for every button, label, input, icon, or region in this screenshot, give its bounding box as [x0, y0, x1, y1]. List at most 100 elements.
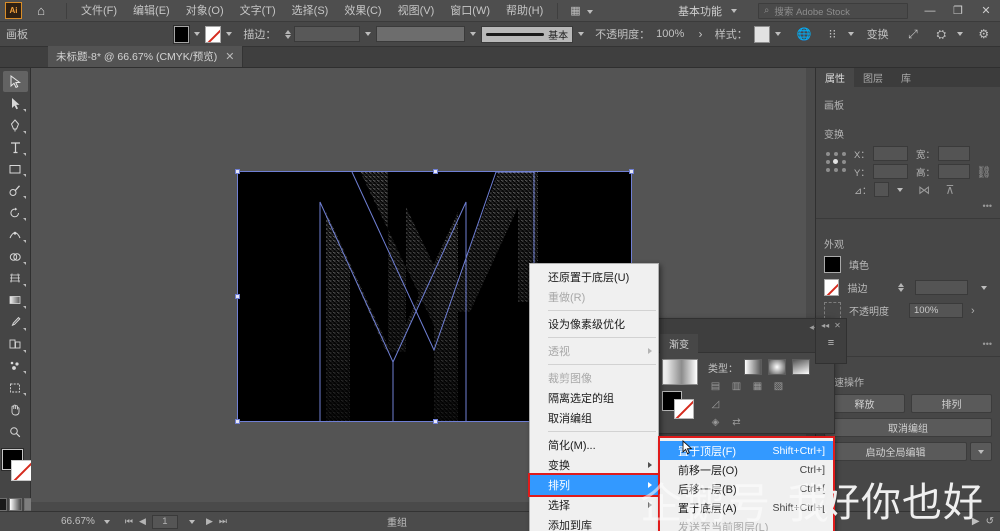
- gradient-across-stroke-icon[interactable]: ▧: [771, 380, 786, 393]
- play-icon[interactable]: ▶: [972, 516, 980, 527]
- close-icon[interactable]: ✕: [834, 321, 841, 330]
- appearance-more-options[interactable]: •••: [824, 339, 992, 349]
- release-button[interactable]: 释放: [824, 394, 905, 413]
- angle-input[interactable]: [874, 182, 889, 197]
- chevron-down-icon[interactable]: [194, 32, 201, 36]
- perspective-grid-tool[interactable]: [3, 268, 28, 289]
- menu-select[interactable]: 选择(S): [284, 1, 337, 21]
- submenu-bring-forward[interactable]: 前移一层(O) Ctrl+]: [660, 460, 833, 479]
- minimize-button[interactable]: —: [916, 0, 944, 22]
- ctx-add-to-library[interactable]: 添加到库: [530, 515, 658, 531]
- fill-swatch[interactable]: [173, 25, 190, 43]
- appearance-stroke-weight-input[interactable]: [914, 280, 968, 295]
- opacity-value[interactable]: 100%: [656, 28, 684, 40]
- freeform-gradient-button[interactable]: [792, 359, 810, 375]
- stroke-weight-stepper[interactable]: [285, 29, 292, 39]
- globe-icon[interactable]: 🌐: [794, 23, 814, 45]
- chevron-down-icon[interactable]: [578, 32, 585, 36]
- flip-vertical-icon[interactable]: ⊼: [942, 183, 958, 197]
- gradient-button[interactable]: [8, 497, 22, 511]
- last-artboard-icon[interactable]: ⏭: [219, 516, 227, 527]
- close-icon[interactable]: ✕: [225, 50, 234, 63]
- zoom-control[interactable]: 66.67%: [61, 516, 115, 527]
- stroke-gradient-icon[interactable]: ▤: [708, 380, 723, 393]
- stroke-style-field[interactable]: [376, 26, 466, 42]
- menu-object[interactable]: 对象(O): [178, 1, 232, 21]
- history-icon[interactable]: ↺: [986, 516, 994, 527]
- artboard-number-input[interactable]: 1: [151, 514, 178, 529]
- tab-properties[interactable]: 属性: [816, 68, 854, 87]
- preferences-icon[interactable]: ⚙: [974, 23, 994, 45]
- color-button[interactable]: [0, 497, 7, 511]
- chevron-down-icon[interactable]: [188, 519, 195, 524]
- chevron-down-icon[interactable]: [774, 32, 781, 36]
- width-tool[interactable]: [3, 224, 28, 245]
- document-tab[interactable]: 未标题-8* @ 66.67% (CMYK/预览) ✕: [48, 46, 244, 67]
- linear-gradient-button[interactable]: [744, 359, 762, 375]
- chevron-down-icon[interactable]: [981, 285, 987, 290]
- transform-label[interactable]: 变换: [867, 26, 889, 42]
- paintbrush-tool[interactable]: [3, 180, 28, 201]
- global-edit-options-button[interactable]: [970, 442, 992, 461]
- reverse-gradient-icon[interactable]: ⇄: [729, 416, 744, 429]
- chevron-down-icon[interactable]: [226, 32, 233, 36]
- reference-point-selector[interactable]: [824, 150, 848, 174]
- ctx-isolate-selected-group[interactable]: 隔离选定的组: [530, 388, 658, 408]
- appearance-opacity-input[interactable]: 100%: [909, 303, 963, 318]
- ctx-make-pixel-perfect[interactable]: 设为像素级优化: [530, 314, 658, 334]
- width-input[interactable]: [938, 146, 970, 161]
- chevron-down-icon[interactable]: [470, 32, 477, 36]
- ctx-undo-send-to-back[interactable]: 还原置于底层(U): [530, 267, 658, 287]
- flip-horizontal-icon[interactable]: ⋈: [916, 183, 932, 197]
- selection-tool[interactable]: [2, 71, 28, 92]
- search-input[interactable]: ⌕ 搜索 Adobe Stock: [758, 2, 908, 19]
- ctx-transform[interactable]: 变换: [530, 455, 658, 475]
- workspace-switcher[interactable]: 基本功能: [670, 1, 750, 21]
- gradient-stroke-swatch[interactable]: [674, 399, 694, 419]
- gradient-within-stroke-icon[interactable]: ▥: [729, 380, 744, 393]
- tab-gradient[interactable]: 渐变: [660, 334, 698, 354]
- menu-edit[interactable]: 编辑(E): [125, 1, 178, 21]
- chevron-down-icon[interactable]: [365, 32, 372, 36]
- chevron-down-icon[interactable]: [897, 187, 903, 192]
- next-artboard-icon[interactable]: ▶: [206, 516, 213, 527]
- ctx-simplify[interactable]: 简化(M)...: [530, 435, 658, 455]
- appearance-stroke-swatch[interactable]: [824, 279, 840, 296]
- height-input[interactable]: [938, 164, 970, 179]
- menu-window[interactable]: 窗口(W): [442, 1, 498, 21]
- transform-more-options[interactable]: •••: [824, 201, 992, 211]
- shape-builder-tool[interactable]: [3, 246, 28, 267]
- gradient-tool[interactable]: [3, 290, 28, 311]
- hand-tool[interactable]: [3, 399, 28, 420]
- zoom-tool[interactable]: [3, 421, 28, 442]
- menu-view[interactable]: 视图(V): [390, 1, 443, 21]
- gradient-along-stroke-icon[interactable]: ▦: [750, 380, 765, 393]
- gradient-preview-swatch[interactable]: [662, 359, 698, 385]
- fx-button[interactable]: fx.: [824, 325, 992, 339]
- stroke-weight-field[interactable]: [294, 26, 361, 42]
- toolbar-stroke-swatch[interactable]: [10, 460, 32, 482]
- edit-gradient-icon[interactable]: ◈: [708, 416, 723, 429]
- document-setup-icon[interactable]: ⛭: [931, 23, 951, 45]
- chevron-down-icon[interactable]: [956, 32, 963, 36]
- submenu-send-backward[interactable]: 后移一层(B) Ctrl+[: [660, 479, 833, 498]
- opacity-options-icon[interactable]: ›: [690, 23, 710, 45]
- eyedropper-tool[interactable]: [3, 312, 28, 333]
- artboard-tool[interactable]: [3, 377, 28, 398]
- ctx-arrange[interactable]: 排列: [528, 473, 660, 497]
- constrain-proportions-icon[interactable]: ⛓: [976, 165, 992, 179]
- menu-overflow-button[interactable]: ▦: [564, 2, 603, 19]
- global-edit-button[interactable]: 启动全局编辑: [824, 442, 967, 461]
- align-icon[interactable]: ⤢: [903, 23, 923, 45]
- y-input[interactable]: [872, 164, 908, 179]
- status-tool-label[interactable]: 重组: [387, 514, 407, 529]
- ungroup-button[interactable]: 取消编组: [824, 418, 992, 437]
- menu-file[interactable]: 文件(F): [73, 1, 125, 21]
- x-input[interactable]: [872, 146, 908, 161]
- stroke-swatch[interactable]: [205, 25, 222, 43]
- pen-tool[interactable]: [3, 115, 28, 136]
- menu-help[interactable]: 帮助(H): [498, 1, 551, 21]
- symbol-sprayer-tool[interactable]: [3, 356, 28, 377]
- radial-gradient-button[interactable]: [768, 359, 786, 375]
- restore-button[interactable]: ❐: [944, 0, 972, 22]
